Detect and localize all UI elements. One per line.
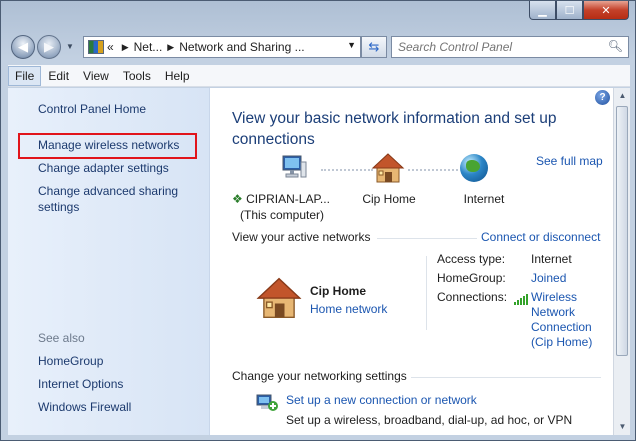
computer-sub: (This computer) xyxy=(240,208,325,222)
control-panel-icon xyxy=(88,40,104,54)
address-overflow[interactable]: « xyxy=(107,40,114,54)
scroll-down-icon[interactable]: ▼ xyxy=(614,419,630,435)
network-computer-icon: ❖ xyxy=(232,192,243,206)
connection-line-4: (Cip Home) xyxy=(531,335,593,349)
active-networks-heading: View your active networks xyxy=(232,230,371,244)
setup-description: Set up a wireless, broadband, dial-up, a… xyxy=(286,413,573,427)
map-internet-label[interactable]: Internet xyxy=(454,191,514,207)
breadcrumb-separator-icon[interactable]: ▶ xyxy=(122,42,129,53)
forward-button[interactable]: ▶ xyxy=(37,35,61,59)
refresh-icon: ⇆ xyxy=(368,39,380,54)
homegroup-link[interactable]: HomeGroup xyxy=(38,353,203,369)
computer-name: CIPRIAN-LAP... xyxy=(246,192,330,206)
connection-line-3: Connection xyxy=(531,320,592,334)
window-controls: ▁ ☐ ✕ xyxy=(529,1,629,21)
network-type-link[interactable]: Home network xyxy=(310,302,387,316)
forward-arrow-icon: ▶ xyxy=(44,39,54,54)
divider xyxy=(377,238,477,239)
internet-globe-icon xyxy=(460,154,488,182)
help-icon[interactable]: ? xyxy=(595,90,610,105)
recent-pages-dropdown[interactable]: ▼ xyxy=(66,42,74,51)
address-dropdown-icon[interactable]: ▼ xyxy=(347,40,356,50)
menu-edit[interactable]: Edit xyxy=(41,69,76,83)
access-type-label: Access type: xyxy=(437,252,506,266)
change-settings-heading: Change your networking settings xyxy=(232,369,407,383)
search-box: 🔍︎ xyxy=(391,36,629,58)
access-type-value: Internet xyxy=(531,252,572,266)
vertical-scrollbar[interactable]: ▲ ▼ xyxy=(613,88,630,435)
network-name: Cip Home xyxy=(310,284,367,298)
computer-icon xyxy=(282,155,307,178)
connection-line xyxy=(408,169,458,171)
search-input[interactable] xyxy=(392,37,602,57)
breadcrumb-network-sharing[interactable]: Network and Sharing ... xyxy=(179,40,304,54)
address-bar[interactable]: « ▶ Net... ▶ Network and Sharing ... ▼ xyxy=(83,36,361,58)
vertical-divider xyxy=(426,256,427,330)
connections-label: Connections: xyxy=(437,290,508,304)
content-area: Control Panel Home Manage wireless netwo… xyxy=(8,88,630,435)
back-arrow-icon: ◀ xyxy=(18,39,28,54)
control-panel-home-link[interactable]: Control Panel Home xyxy=(38,101,203,117)
windows-firewall-link[interactable]: Windows Firewall xyxy=(38,399,203,415)
task-pane: Control Panel Home Manage wireless netwo… xyxy=(8,88,210,435)
menu-bar: File Edit View Tools Help xyxy=(8,65,630,87)
page-title: View your basic network information and … xyxy=(232,110,557,148)
menu-help[interactable]: Help xyxy=(158,69,197,83)
menu-file[interactable]: File xyxy=(8,65,42,86)
new-connection-icon xyxy=(256,394,278,411)
main-panel: ? View your basic network information an… xyxy=(211,88,630,435)
refresh-button[interactable]: ⇆ xyxy=(361,36,387,58)
see-also-heading: See also xyxy=(38,331,85,345)
map-home-label[interactable]: Cip Home xyxy=(356,191,422,207)
maximize-button[interactable]: ☐ xyxy=(556,1,583,20)
close-button[interactable]: ✕ xyxy=(583,1,629,20)
window-frame: ▁ ☐ ✕ ◀ ▶ ▼ « ▶ Net... ▶ Network and Sha… xyxy=(0,0,636,441)
map-computer[interactable]: ❖ CIPRIAN-LAP... (This computer) xyxy=(232,191,342,223)
connection-line xyxy=(321,169,373,171)
navigation-bar: ◀ ▶ ▼ « ▶ Net... ▶ Network and Sharing .… xyxy=(9,33,629,59)
back-button[interactable]: ◀ xyxy=(11,35,35,59)
signal-strength-icon xyxy=(514,290,532,306)
see-full-map-link[interactable]: See full map xyxy=(536,154,603,168)
scroll-up-icon[interactable]: ▲ xyxy=(614,88,630,104)
connection-line-1: Wireless xyxy=(531,290,578,304)
manage-wireless-networks-link[interactable]: Manage wireless networks xyxy=(38,137,203,153)
breadcrumb-network[interactable]: Net... xyxy=(134,40,163,54)
connection-line-2: Network xyxy=(531,305,576,319)
connect-disconnect-link[interactable]: Connect or disconnect xyxy=(481,230,600,244)
homegroup-value-link[interactable]: Joined xyxy=(531,271,566,286)
minimize-button[interactable]: ▁ xyxy=(529,1,556,20)
home-network-icon xyxy=(256,277,302,318)
change-adapter-settings-link[interactable]: Change adapter settings xyxy=(38,160,203,176)
menu-view[interactable]: View xyxy=(76,69,116,83)
change-advanced-sharing-link[interactable]: Change advanced sharing settings xyxy=(38,183,203,215)
home-icon xyxy=(371,153,405,183)
setup-connection-link[interactable]: Set up a new connection or network xyxy=(286,393,477,407)
wireless-connection-link[interactable]: Wireless Network Connection (Cip Home) xyxy=(531,290,611,350)
breadcrumb-separator-icon[interactable]: ▶ xyxy=(167,42,174,53)
menu-tools[interactable]: Tools xyxy=(116,69,158,83)
divider xyxy=(411,377,601,378)
internet-options-link[interactable]: Internet Options xyxy=(38,376,203,392)
homegroup-label: HomeGroup: xyxy=(437,271,506,285)
search-icon[interactable]: 🔍︎ xyxy=(608,39,623,53)
scroll-thumb[interactable] xyxy=(616,106,628,356)
